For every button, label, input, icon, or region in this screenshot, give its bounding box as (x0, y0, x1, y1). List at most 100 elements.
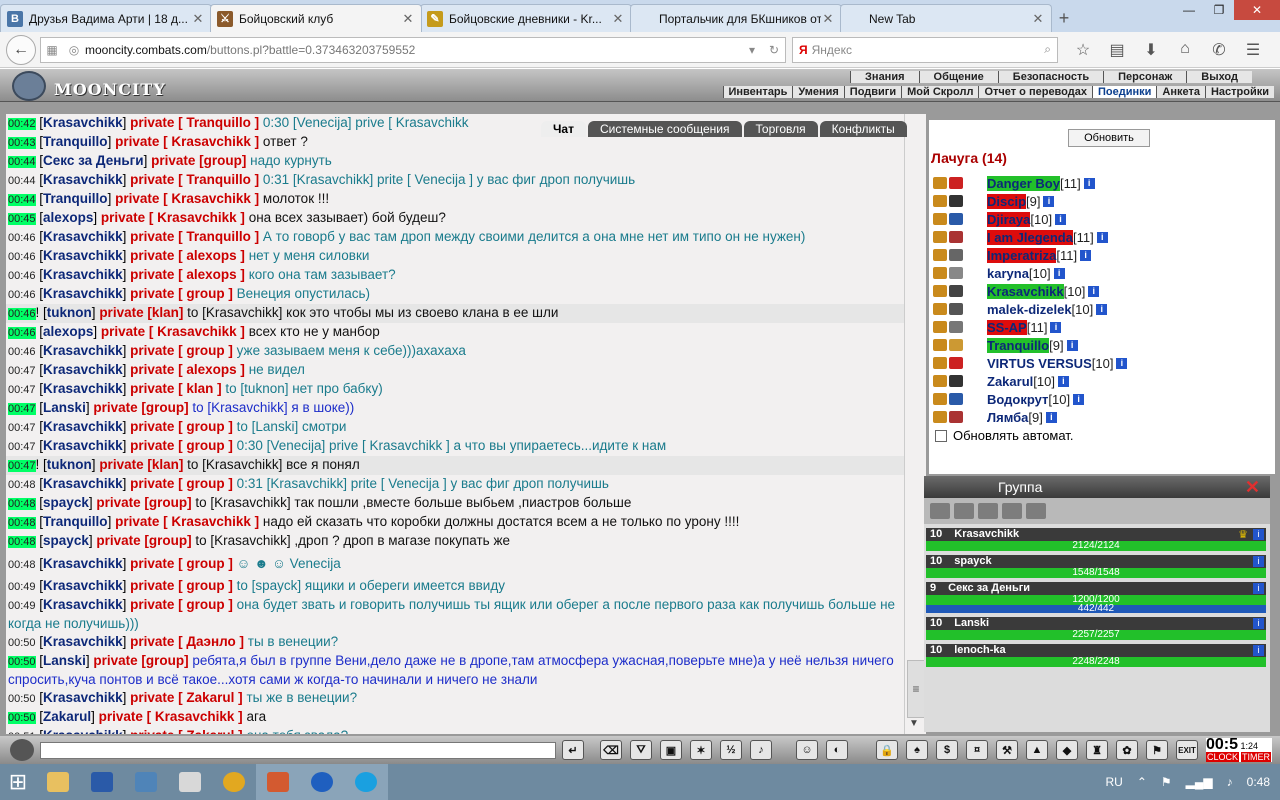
battle-icon[interactable] (933, 177, 947, 189)
browser-tab[interactable]: ✎ Бойцовские дневники - Kr... ✕ (420, 4, 632, 32)
submenu-item[interactable]: Инвентарь (722, 86, 793, 98)
flag-icon[interactable]: ⚑ (1146, 740, 1168, 760)
player-name[interactable]: Djiraya (987, 211, 1031, 227)
save-icon[interactable]: ▣ (660, 740, 682, 760)
player-name[interactable]: Krasavchikk (987, 283, 1064, 299)
player-info-icon[interactable]: i (1116, 357, 1128, 369)
player-info-icon[interactable]: i (1096, 303, 1108, 315)
message-time[interactable]: 00:49 (8, 600, 36, 612)
sender-name[interactable]: Krasavchikk (43, 597, 123, 612)
private-target[interactable]: private [ alexops ] (130, 248, 245, 263)
filter-icon[interactable]: ⛛ (630, 740, 652, 760)
auto-refresh-option[interactable]: Обновлять автомат. (935, 428, 1073, 443)
menu-item[interactable]: Общение (918, 71, 998, 83)
message-time[interactable]: 00:47 (8, 403, 36, 415)
submenu-item[interactable]: Умения (792, 86, 844, 98)
message-time[interactable]: 00:46 (8, 327, 36, 339)
player-row[interactable]: Discip [9] i (933, 192, 1273, 210)
private-target[interactable]: private [ group ] (130, 578, 233, 593)
chat-tab[interactable]: Чат (541, 121, 586, 137)
sender-name[interactable]: Lanski (43, 653, 86, 668)
sender-name[interactable]: tuknon (47, 305, 92, 320)
helmet-icon[interactable]: ◐ (826, 740, 848, 760)
message-time[interactable]: 00:48 (8, 498, 36, 510)
clock-label[interactable]: TIMER (1241, 752, 1272, 762)
close-group-icon[interactable]: ✕ (1245, 477, 1260, 498)
windows-start-icon[interactable]: ⊞ (0, 764, 36, 800)
lock-icon[interactable]: 🔒 (876, 740, 898, 760)
member-info-icon[interactable]: i (1253, 583, 1264, 594)
private-target[interactable]: private [group] (96, 495, 191, 510)
chat-tab[interactable]: Конфликты (819, 121, 907, 137)
message-time[interactable]: 00:47 (8, 422, 36, 434)
sender-name[interactable]: Krasavchikk (43, 248, 123, 263)
coins-icon[interactable]: ¤ (966, 740, 988, 760)
sender-name[interactable]: Tranquillo (43, 514, 108, 529)
menu-item[interactable]: Безопасность (997, 71, 1104, 83)
player-info-icon[interactable]: i (1073, 393, 1085, 405)
browser-tab[interactable]: В Друзья Вадима Арти | 18 д... ✕ (0, 4, 212, 32)
battle-icon[interactable] (933, 249, 947, 261)
player-info-icon[interactable]: i (1045, 411, 1057, 423)
private-target[interactable]: private [ alexops ] (130, 267, 245, 282)
volume-icon[interactable]: ♪ (1227, 775, 1233, 789)
new-tab-button[interactable]: + (1050, 4, 1078, 32)
player-info-icon[interactable]: i (1066, 339, 1078, 351)
powershell-icon[interactable] (80, 764, 124, 800)
taskbar-clock[interactable]: 0:48 (1247, 775, 1270, 789)
paws-icon[interactable]: ✿ (1116, 740, 1138, 760)
tray-arrow-icon[interactable]: ⌃ (1137, 775, 1147, 789)
member-name[interactable]: Секс за Деньги (948, 582, 1030, 595)
player-info-icon[interactable]: i (1043, 195, 1055, 207)
private-target[interactable]: private [ group ] (130, 476, 233, 491)
player-row[interactable]: SS-AP [11] i (933, 318, 1273, 336)
player-info-icon[interactable]: i (1057, 375, 1069, 387)
player-name[interactable]: Zakarul (987, 374, 1033, 389)
player-info-icon[interactable]: i (1050, 321, 1062, 333)
chat-tab[interactable]: Торговля (743, 121, 818, 137)
chrome-icon[interactable] (212, 764, 256, 800)
exit-button[interactable]: EXIT (1176, 740, 1198, 760)
browser-tab[interactable]: ⚔ Бойцовский клуб ✕ (210, 4, 422, 32)
player-name[interactable]: Imperatriza (987, 247, 1057, 263)
message-time[interactable]: 00:46 (8, 232, 36, 244)
submenu-item[interactable]: Настройки (1204, 86, 1274, 98)
submenu-item[interactable]: Анкета (1156, 86, 1205, 98)
player-row[interactable]: Лямба [9] i (933, 408, 1273, 426)
sender-name[interactable]: Krasavchikk (43, 229, 123, 244)
bag-icon[interactable]: ♠ (906, 740, 928, 760)
key-icon[interactable] (978, 503, 998, 519)
network-icon[interactable] (124, 764, 168, 800)
player-name[interactable]: SS-AP (987, 319, 1027, 335)
scroll-down-icon[interactable]: ▼ (909, 718, 919, 729)
message-time[interactable]: 00:45 (8, 213, 36, 225)
message-time[interactable]: 00:48 (8, 517, 36, 529)
message-time[interactable]: 00:47 (8, 384, 36, 396)
message-time[interactable]: 00:42 (8, 118, 36, 130)
private-target[interactable]: private [ Krasavchikk ] (99, 709, 243, 724)
sender-name[interactable]: Tranquillo (43, 191, 108, 206)
halfspeed-icon[interactable]: ½ (720, 740, 742, 760)
player-name[interactable]: Discip (987, 193, 1027, 209)
sender-name[interactable]: Lanski (43, 400, 86, 415)
search-box[interactable]: Я Яндекс ⌕ (792, 36, 1058, 63)
private-target[interactable]: private [ Krasavchikk ] (115, 191, 259, 206)
dropdown-icon[interactable]: ▾ (741, 43, 763, 57)
battle-icon[interactable] (933, 267, 947, 279)
group-action-icon[interactable] (954, 503, 974, 519)
language-indicator[interactable]: RU (1106, 775, 1123, 789)
minimize-button[interactable]: — (1174, 0, 1204, 20)
browser-icon[interactable] (300, 764, 344, 800)
message-time[interactable]: 00:44 (8, 175, 36, 187)
close-tab-icon[interactable]: ✕ (191, 11, 205, 27)
player-row[interactable]: VIRTUS VERSUS [10] i (933, 354, 1273, 372)
calculator-icon[interactable] (168, 764, 212, 800)
player-name[interactable]: Водокрут (987, 392, 1048, 407)
private-target[interactable]: private [ klan ] (130, 381, 222, 396)
player-info-icon[interactable]: i (1080, 249, 1092, 261)
menu-icon[interactable]: ☰ (1236, 40, 1270, 60)
player-row[interactable]: Djiraya [10] i (933, 210, 1273, 228)
submenu-item[interactable]: Отчет о переводах (978, 86, 1092, 98)
sender-name[interactable]: spayck (43, 533, 89, 548)
sender-name[interactable]: Krasavchikk (43, 343, 123, 358)
